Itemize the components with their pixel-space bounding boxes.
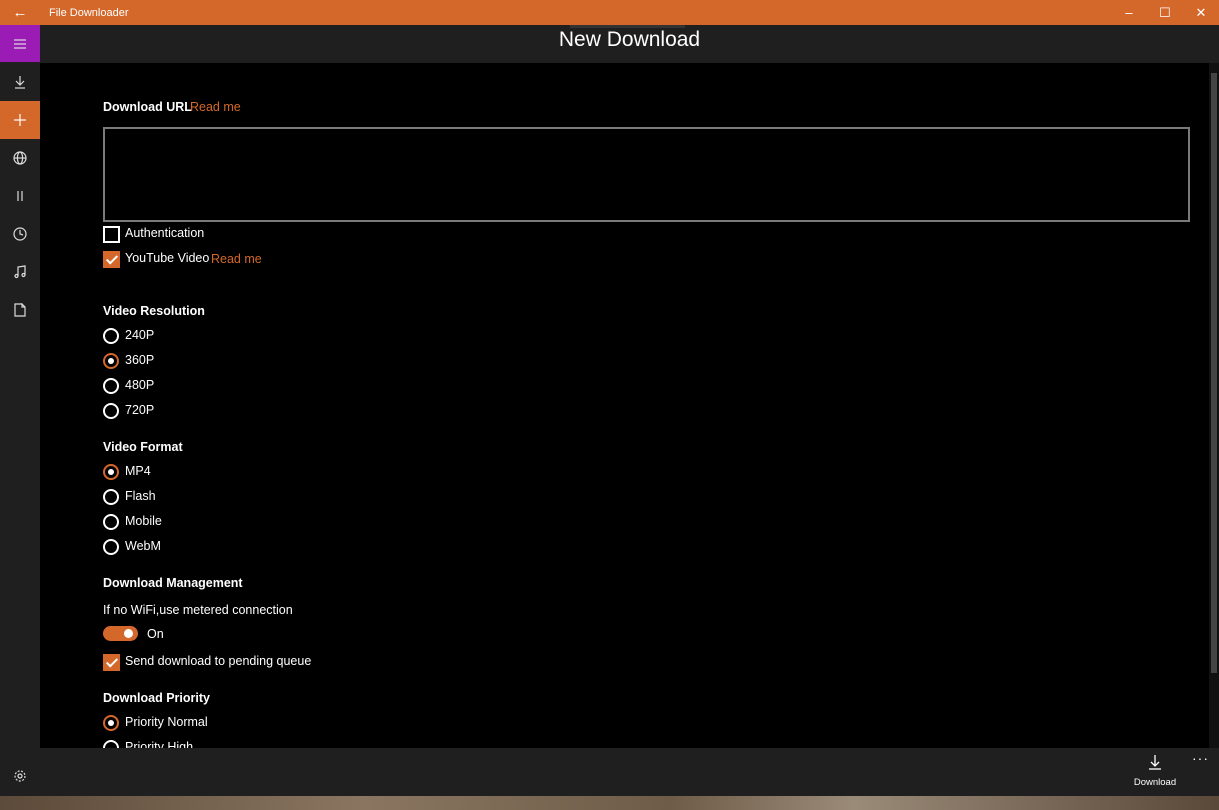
youtube-video-checkbox[interactable] (103, 251, 120, 268)
gear-icon (14, 770, 26, 782)
document-icon (14, 303, 26, 317)
format-flash-radio[interactable] (103, 489, 119, 505)
download-icon (15, 76, 25, 89)
resolution-720p-radio[interactable] (103, 403, 119, 419)
download-button-label: Download (1133, 777, 1177, 788)
authentication-label: Authentication (125, 226, 205, 240)
pending-queue-label: Send download to pending queue (125, 654, 312, 668)
download-icon (1149, 755, 1161, 770)
metered-connection-label: If no WiFi,use metered connection (103, 603, 293, 617)
metered-connection-toggle[interactable] (103, 626, 138, 641)
command-bar: Download ··· (40, 748, 1219, 796)
page-header: New Download (40, 25, 1219, 63)
pause-icon (17, 191, 23, 201)
maximize-button[interactable]: ☐ (1147, 0, 1183, 25)
format-webm-label: WebM (125, 539, 161, 553)
page-title: New Download (558, 28, 701, 51)
sidebar-item-music[interactable] (0, 253, 40, 291)
clock-icon (13, 227, 27, 241)
resolution-360p-radio[interactable] (103, 353, 119, 369)
download-url-label: Download URL (103, 100, 192, 114)
sidebar-item-browser[interactable] (0, 139, 40, 177)
authentication-checkbox[interactable] (103, 226, 120, 243)
music-icon (14, 265, 26, 279)
hamburger-menu-icon (14, 38, 26, 49)
priority-high-radio[interactable] (103, 740, 119, 748)
app-window: ← File Downloader – ☐ ✕ New Download Dow… (0, 0, 1219, 796)
resolution-360p-label: 360P (125, 353, 155, 367)
content-scrollbar[interactable] (1209, 63, 1219, 748)
scrollbar-thumb[interactable] (1211, 73, 1217, 673)
minimize-icon: – (1125, 5, 1133, 20)
maximize-icon: ☐ (1159, 4, 1171, 20)
sidebar-item-documents[interactable] (0, 291, 40, 329)
download-button[interactable]: Download (1125, 754, 1185, 794)
format-mobile-radio[interactable] (103, 514, 119, 530)
download-url-readme-link[interactable]: Read me (190, 100, 241, 114)
minimize-button[interactable]: – (1111, 0, 1147, 25)
download-management-title: Download Management (103, 576, 243, 590)
window-title: File Downloader (49, 6, 129, 19)
resolution-480p-radio[interactable] (103, 378, 119, 394)
format-mobile-label: Mobile (125, 514, 162, 528)
priority-normal-label: Priority Normal (125, 715, 208, 729)
format-mp4-label: MP4 (125, 464, 151, 478)
settings-button[interactable] (0, 757, 40, 795)
youtube-video-label: YouTube Video (125, 251, 210, 265)
sidebar-item-history[interactable] (0, 215, 40, 253)
metered-toggle-state: On (147, 627, 164, 641)
video-format-title: Video Format (103, 440, 183, 454)
globe-icon (13, 151, 27, 165)
priority-high-label: Priority High (125, 740, 194, 748)
format-flash-label: Flash (125, 489, 156, 503)
sidebar (0, 25, 40, 796)
more-options-button[interactable]: ··· (1192, 750, 1209, 766)
pending-queue-checkbox[interactable] (103, 654, 120, 671)
close-icon: ✕ (1195, 4, 1207, 20)
plus-icon (14, 114, 26, 126)
youtube-readme-link[interactable]: Read me (211, 252, 262, 266)
close-button[interactable]: ✕ (1183, 0, 1219, 25)
desktop-background (0, 796, 1219, 810)
format-mp4-radio[interactable] (103, 464, 119, 480)
sidebar-item-downloads[interactable] (0, 63, 40, 101)
back-button[interactable]: ← (0, 0, 40, 25)
sidebar-item-paused[interactable] (0, 177, 40, 215)
download-url-input[interactable] (103, 127, 1190, 222)
hamburger-menu-button[interactable] (0, 25, 40, 62)
new-download-form: Download URL Read me Authentication YouT… (40, 63, 1209, 748)
resolution-240p-radio[interactable] (103, 328, 119, 344)
resolution-480p-label: 480P (125, 378, 155, 392)
resolution-720p-label: 720P (125, 403, 155, 417)
priority-normal-radio[interactable] (103, 715, 119, 731)
video-resolution-title: Video Resolution (103, 304, 205, 318)
back-arrow-icon: ← (12, 4, 28, 21)
title-bar: ← File Downloader – ☐ ✕ (0, 0, 1219, 25)
download-priority-title: Download Priority (103, 691, 210, 705)
sidebar-item-new-download[interactable] (0, 101, 40, 139)
format-webm-radio[interactable] (103, 539, 119, 555)
resolution-240p-label: 240P (125, 328, 155, 342)
